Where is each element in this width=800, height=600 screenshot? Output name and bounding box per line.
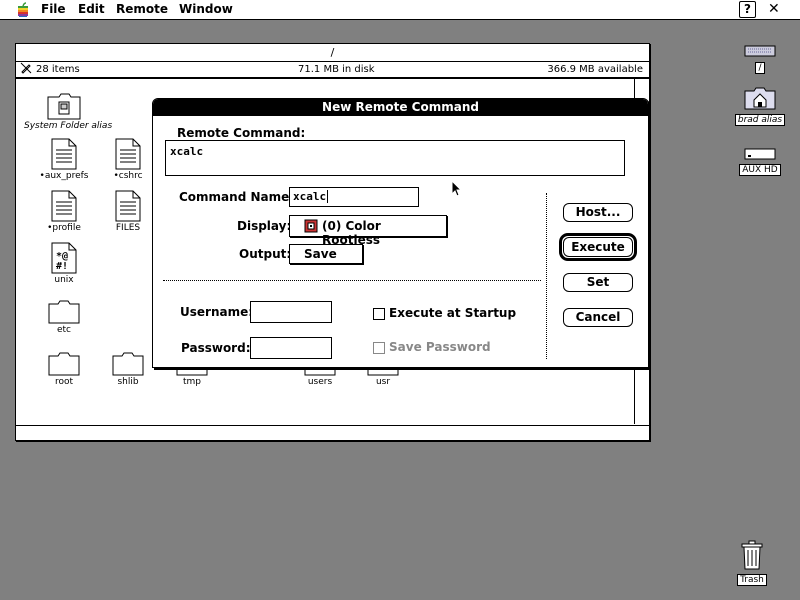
separator	[546, 193, 547, 359]
new-remote-command-dialog: New Remote Command Remote Command: xcalc…	[152, 98, 649, 368]
folder-icon	[48, 352, 80, 376]
separator	[163, 280, 541, 281]
home-folder-icon	[744, 87, 776, 110]
remote-command-label: Remote Command:	[177, 126, 306, 140]
display-label: Display:	[237, 219, 292, 233]
available-space: 366.9 MB available	[547, 64, 643, 75]
command-name-field[interactable]: xcalc	[289, 187, 419, 207]
folder-usr[interactable]: usr	[343, 368, 423, 387]
folder-icon	[112, 352, 144, 376]
file-icon-unix[interactable]: *@ #! unix	[24, 242, 104, 285]
file-icon-system-folder-alias[interactable]: System Folder alias	[24, 92, 112, 131]
folder-icon	[304, 368, 336, 376]
folder-etc[interactable]: etc	[24, 300, 104, 335]
locked-pencil-icon	[20, 62, 32, 79]
mouse-pointer-icon	[451, 180, 463, 197]
remote-command-field[interactable]: xcalc	[165, 140, 625, 176]
disk-usage: 71.1 MB in disk	[298, 64, 375, 75]
disk-icon	[744, 45, 776, 57]
document-icon	[51, 138, 77, 170]
output-label: Output:	[239, 247, 292, 261]
folder-icon	[48, 300, 80, 324]
display-icon	[304, 219, 318, 233]
horizontal-scrollbar[interactable]	[16, 425, 649, 440]
set-button[interactable]: Set	[563, 273, 633, 292]
system-folder-icon	[47, 93, 81, 120]
text-cursor	[327, 190, 329, 203]
save-password-checkbox[interactable]	[373, 342, 385, 354]
document-icon	[51, 190, 77, 222]
menu-file[interactable]: File	[41, 2, 66, 16]
menu-window[interactable]: Window	[179, 2, 233, 16]
menu-edit[interactable]: Edit	[78, 2, 105, 16]
window-title[interactable]: /	[16, 44, 649, 62]
display-value: (0) Color Rootless	[322, 219, 381, 247]
trash-icon	[741, 540, 763, 570]
host-button[interactable]: Host...	[563, 203, 633, 222]
command-name-value: xcalc	[293, 190, 327, 203]
hard-drive-icon	[744, 148, 776, 160]
username-field[interactable]	[250, 301, 332, 323]
output-popup[interactable]: Save	[289, 244, 363, 264]
output-value: Save	[304, 247, 337, 261]
help-menu-icon[interactable]: ?	[739, 1, 756, 18]
cancel-button[interactable]: Cancel	[563, 308, 633, 327]
execute-at-startup-label[interactable]: Execute at Startup	[389, 306, 516, 320]
svg-text:#!: #!	[56, 261, 68, 272]
desktop-icon-brad-alias[interactable]: brad alias	[730, 86, 790, 126]
dialog-title[interactable]: New Remote Command	[153, 99, 648, 116]
folder-icon	[176, 368, 208, 376]
execute-at-startup-checkbox[interactable]	[373, 308, 385, 320]
menu-bar: File Edit Remote Window ? ✕	[0, 0, 800, 20]
desktop-icon-aux-hd[interactable]: AUX HD	[730, 148, 790, 176]
password-field[interactable]	[250, 337, 332, 359]
command-name-label: Command Name:	[179, 190, 295, 204]
document-icon	[115, 190, 141, 222]
folder-icon	[367, 368, 399, 376]
folder-tmp[interactable]: tmp	[152, 368, 232, 387]
application-menu-icon[interactable]: ✕	[768, 1, 780, 17]
menu-remote[interactable]: Remote	[116, 2, 168, 16]
execute-button[interactable]: Execute	[563, 237, 633, 257]
display-popup[interactable]: (0) Color Rootless	[289, 215, 447, 247]
window-info-bar: 28 items 71.1 MB in disk 366.9 MB availa…	[16, 62, 649, 78]
desktop-icon-root-disk[interactable]: /	[730, 44, 790, 74]
save-password-label[interactable]: Save Password	[389, 340, 491, 354]
desktop-icon-trash[interactable]: Trash	[722, 540, 782, 586]
username-label: Username:	[180, 305, 254, 319]
password-label: Password:	[181, 341, 251, 355]
apple-menu-icon[interactable]	[15, 2, 31, 18]
unix-script-icon: *@ #!	[51, 242, 77, 274]
document-icon	[115, 138, 141, 170]
item-count: 28 items	[36, 64, 80, 75]
